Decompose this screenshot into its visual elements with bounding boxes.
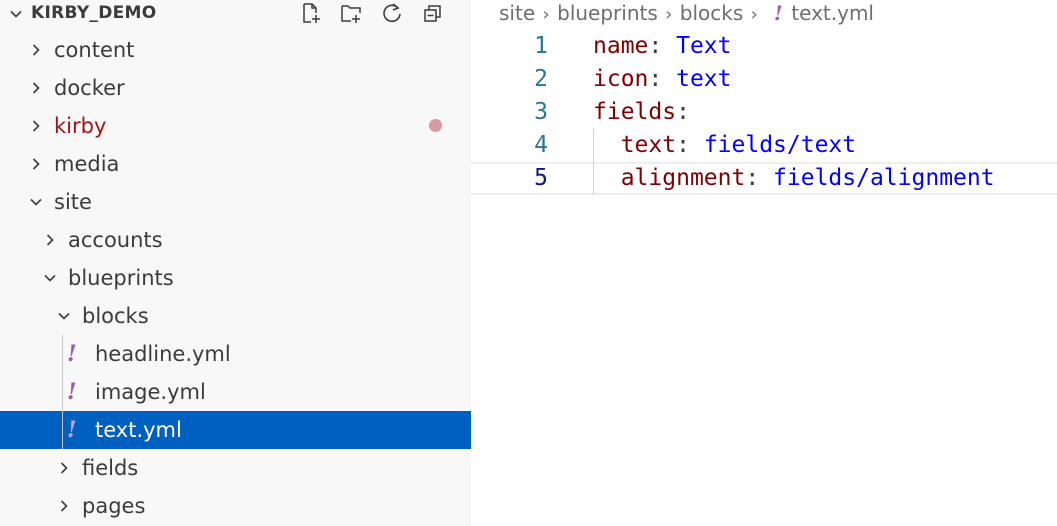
yaml-value: fields/alignment — [773, 165, 995, 191]
yaml-file-icon: ! — [67, 417, 77, 443]
tree-item-label: pages — [82, 494, 146, 518]
tree-item-label: blocks — [82, 304, 149, 328]
tree-item-label: accounts — [68, 228, 163, 252]
yaml-file-icon: ! — [67, 379, 77, 405]
chevron-right-icon[interactable] — [56, 460, 72, 476]
yaml-file-icon: ! — [773, 1, 783, 25]
yaml-file-icon: ! — [67, 341, 77, 367]
breadcrumb-separator-icon: › — [542, 4, 550, 25]
tree-item-label: blueprints — [68, 266, 174, 290]
refresh-icon[interactable] — [379, 0, 405, 26]
tree-item-label: text.yml — [95, 418, 182, 442]
tree-item-label: site — [54, 190, 92, 214]
tree-item-label: docker — [54, 76, 125, 100]
yaml-colon: : — [676, 99, 690, 125]
tree-file-headline-yml[interactable]: ! headline.yml — [0, 335, 471, 373]
new-folder-icon[interactable] — [338, 0, 364, 26]
yaml-value: fields/text — [703, 132, 857, 158]
line-number: 4 — [534, 132, 548, 158]
yaml-colon: : — [648, 33, 663, 59]
code-text[interactable]: name: Text — [593, 30, 732, 63]
yaml-value: Text — [676, 33, 732, 59]
code-indent-guide — [593, 129, 594, 195]
explorer-header[interactable]: KIRBY_DEMO — [0, 0, 471, 26]
chevron-right-icon[interactable] — [28, 118, 44, 134]
line-number: 1 — [534, 33, 548, 59]
code-line[interactable]: 3 fields: — [471, 96, 1057, 129]
chevron-right-icon[interactable] — [28, 156, 44, 172]
tree-folder-site[interactable]: site — [0, 183, 471, 221]
tree-item-label: kirby — [54, 114, 107, 138]
indent-guide — [62, 335, 63, 449]
chevron-right-icon[interactable] — [42, 232, 58, 248]
editor-pane[interactable]: site › blueprints › blocks ›! text.yml 1 name: … — [471, 0, 1057, 526]
explorer-root-label[interactable]: KIRBY_DEMO — [31, 2, 157, 24]
tree-item-label: headline.yml — [95, 342, 231, 366]
tree-folder-media[interactable]: media — [0, 145, 471, 183]
tree-item-label: media — [54, 152, 120, 176]
yaml-key: fields — [593, 99, 677, 125]
tree-folder-pages[interactable]: pages — [0, 487, 471, 525]
chevron-right-icon[interactable] — [56, 498, 72, 514]
code-line[interactable]: 2 icon: text — [471, 63, 1057, 96]
tree-folder-kirby[interactable]: kirby — [0, 107, 471, 145]
yaml-key: alignment — [620, 165, 746, 191]
tree-item-label: fields — [82, 456, 139, 480]
yaml-value: text — [676, 66, 732, 92]
yaml-colon: : — [745, 165, 760, 191]
tree-item-label: content — [54, 38, 135, 62]
explorer-sidebar: KIRBY_DEMO content docker kirby media site ac… — [0, 0, 471, 526]
chevron-down-icon[interactable] — [8, 6, 24, 22]
yaml-key: icon — [593, 66, 649, 92]
breadcrumb-item-blocks[interactable]: blocks — [680, 1, 744, 25]
yaml-colon: : — [676, 132, 690, 158]
line-number: 3 — [534, 99, 548, 125]
code-text[interactable]: text: fields/text — [593, 129, 856, 162]
breadcrumb-separator-icon: › — [750, 4, 758, 25]
yaml-key: text — [620, 132, 677, 158]
breadcrumb-item-file[interactable]: text.yml — [791, 1, 874, 25]
breadcrumb: site › blueprints › blocks ›! text.yml — [499, 0, 874, 26]
yaml-colon: : — [648, 66, 663, 92]
code-line[interactable]: 4 text: fields/text — [471, 129, 1057, 162]
code-text[interactable]: alignment: fields/alignment — [593, 162, 995, 195]
tree-folder-docker[interactable]: docker — [0, 69, 471, 107]
tree-file-image-yml[interactable]: ! image.yml — [0, 373, 471, 411]
yaml-key: name — [593, 33, 649, 59]
chevron-down-icon[interactable] — [28, 194, 44, 210]
tree-folder-blocks[interactable]: blocks — [0, 297, 471, 335]
line-number: 2 — [534, 66, 548, 92]
breadcrumb-item-site[interactable]: site — [499, 1, 535, 25]
tree-file-text-yml[interactable]: ! text.yml — [0, 411, 471, 449]
code-text[interactable]: icon: text — [593, 63, 732, 96]
chevron-down-icon[interactable] — [42, 270, 58, 286]
tree-item-label: image.yml — [95, 380, 206, 404]
breadcrumb-item-blueprints[interactable]: blueprints — [557, 1, 658, 25]
code-line[interactable]: 5 alignment: fields/alignment — [471, 162, 1057, 195]
chevron-down-icon[interactable] — [56, 308, 72, 324]
tree-folder-content[interactable]: content — [0, 31, 471, 69]
code-line[interactable]: 1 name: Text — [471, 30, 1057, 63]
line-number: 5 — [534, 165, 548, 191]
code-text[interactable]: fields: — [593, 96, 690, 129]
chevron-right-icon[interactable] — [28, 42, 44, 58]
tree-folder-accounts[interactable]: accounts — [0, 221, 471, 259]
breadcrumb-separator-icon: › — [665, 4, 673, 25]
new-file-icon[interactable] — [298, 0, 324, 26]
tree-folder-blueprints[interactable]: blueprints — [0, 259, 471, 297]
collapse-all-icon[interactable] — [420, 0, 446, 26]
modified-indicator-dot — [429, 119, 442, 132]
tree-folder-fields[interactable]: fields — [0, 449, 471, 487]
chevron-right-icon[interactable] — [28, 80, 44, 96]
